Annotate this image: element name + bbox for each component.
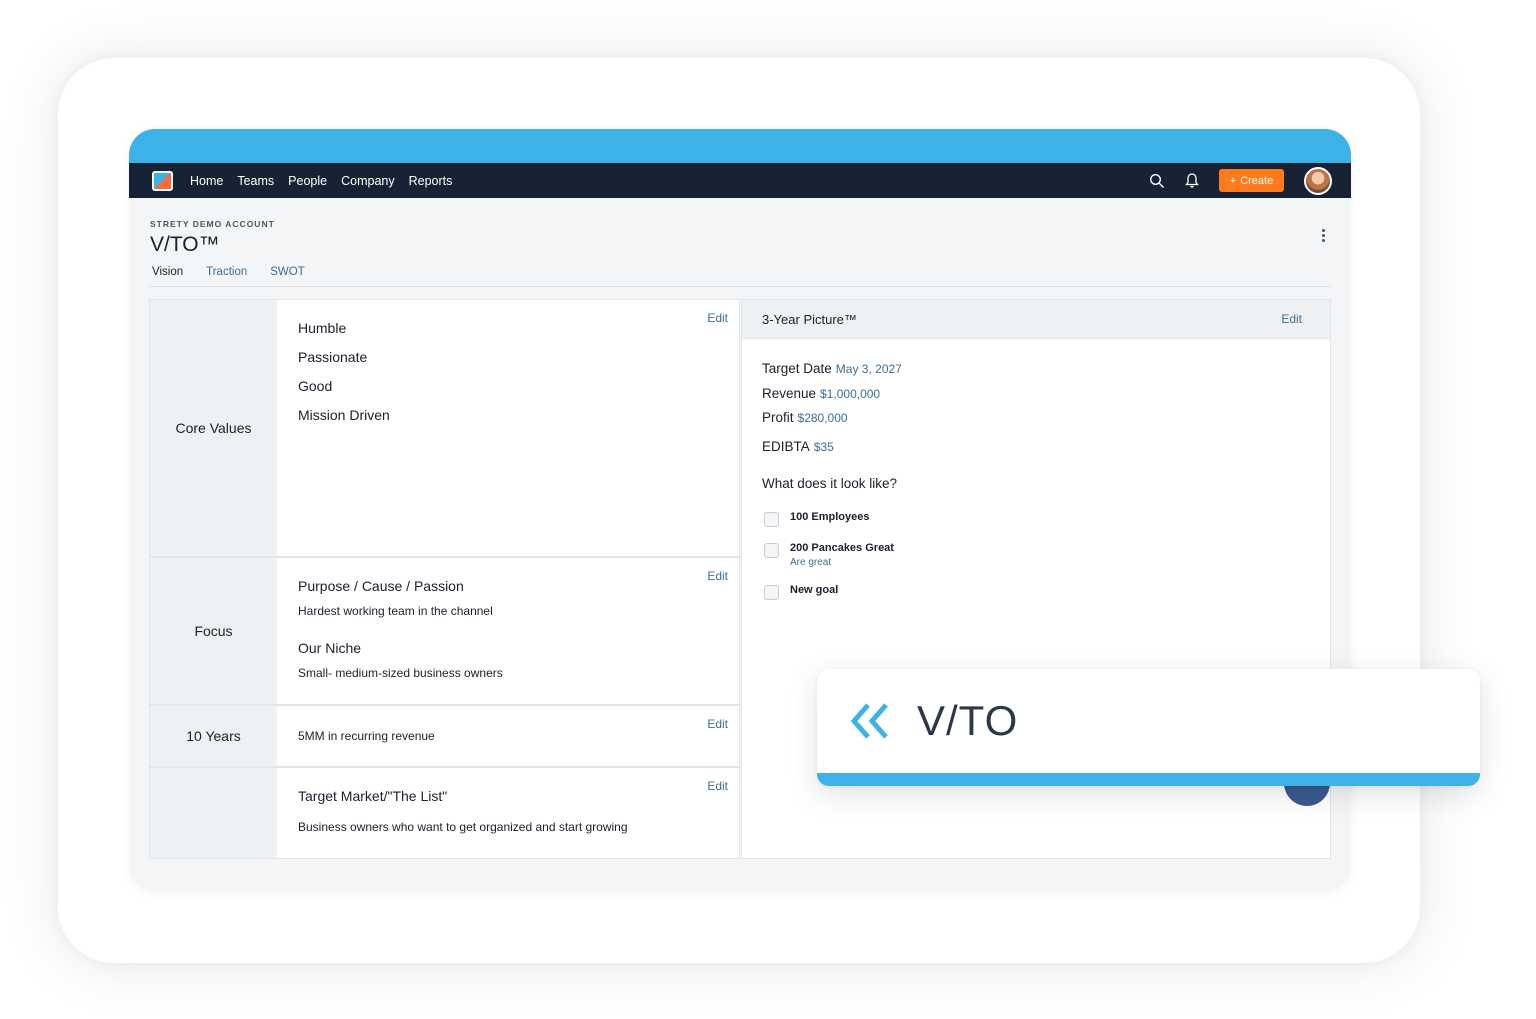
app-logo-icon[interactable]: [152, 171, 173, 191]
goal-checkbox[interactable]: [764, 543, 779, 558]
target-market-body: Target Market/"The List" Business owners…: [298, 768, 739, 858]
top-navbar: Home Teams People Company Reports + Crea…: [129, 163, 1351, 198]
account-name: STRETY DEMO ACCOUNT: [150, 219, 275, 229]
three-year-edit-button[interactable]: Edit: [1281, 312, 1302, 326]
target-market-edit-button[interactable]: Edit: [707, 779, 728, 793]
vto-overlay-banner: V/TO: [817, 669, 1480, 786]
three-year-header: 3-Year Picture™ Edit: [742, 300, 1330, 339]
look-like-question: What does it look like?: [762, 476, 898, 491]
double-chevron-left-icon: [850, 703, 888, 739]
goal-checkbox[interactable]: [764, 585, 779, 600]
nav-links: Home Teams People Company Reports: [190, 163, 452, 198]
focus-edit-button[interactable]: Edit: [707, 569, 728, 583]
create-label: Create: [1240, 174, 1274, 187]
top-band: [129, 129, 1351, 163]
focus-label: Focus: [150, 558, 277, 704]
nav-company[interactable]: Company: [341, 174, 395, 188]
metric-label: Target Date: [762, 361, 832, 376]
purpose-heading: Purpose / Cause / Passion: [298, 578, 464, 594]
core-value-item: Passionate: [298, 349, 368, 365]
core-values-edit-button[interactable]: Edit: [707, 311, 728, 325]
metric-value: $280,000: [797, 411, 848, 425]
ten-years-label: 10 Years: [150, 706, 277, 766]
more-options-icon[interactable]: [1318, 229, 1328, 245]
nav-teams[interactable]: Teams: [237, 174, 274, 188]
target-market-text: Business owners who want to get organize…: [298, 820, 628, 834]
nav-home[interactable]: Home: [190, 174, 223, 188]
ten-years-body: 5MM in recurring revenue Edit: [298, 706, 739, 766]
goal-title: 100 Employees: [790, 511, 870, 523]
ten-years-row: 10 Years 5MM in recurring revenue Edit: [150, 706, 739, 768]
tab-divider: [150, 286, 1330, 287]
focus-row: Focus Purpose / Cause / Passion Hardest …: [150, 558, 739, 706]
overlay-title: V/TO: [917, 697, 1019, 744]
overlay-accent-bar: [817, 773, 1480, 786]
metric-value: $1,000,000: [820, 387, 881, 401]
core-value-item: Mission Driven: [298, 407, 390, 423]
ten-years-edit-button[interactable]: Edit: [707, 717, 728, 731]
core-value-item: Good: [298, 378, 333, 394]
create-button[interactable]: + Create: [1219, 169, 1284, 192]
tab-swot[interactable]: SWOT: [270, 266, 305, 278]
metric-edibta: EDIBTA $35: [762, 439, 834, 454]
metric-label: Revenue: [762, 386, 817, 401]
goal-item: New goal: [764, 584, 838, 600]
core-values-row: Core Values Humble Passionate Good Missi…: [150, 300, 739, 558]
metric-value: $35: [813, 440, 834, 454]
goal-subtitle: Are great: [790, 557, 832, 568]
tab-bar: Vision Traction SWOT: [152, 266, 305, 278]
metric-profit: Profit $280,000: [762, 410, 848, 425]
tab-traction[interactable]: Traction: [206, 266, 247, 278]
purpose-text: Hardest working team in the channel: [298, 604, 493, 618]
vision-left-card: Core Values Humble Passionate Good Missi…: [149, 299, 740, 859]
goal-title: 200 Pancakes Great: [790, 542, 894, 554]
three-year-title: 3-Year Picture™: [762, 312, 857, 327]
goal-title: New goal: [790, 584, 839, 596]
metric-target-date: Target Date May 3, 2027: [762, 361, 902, 376]
metric-revenue: Revenue $1,000,000: [762, 386, 880, 401]
ten-years-text: 5MM in recurring revenue: [298, 729, 435, 743]
bell-icon[interactable]: [1184, 172, 1200, 189]
avatar[interactable]: [1304, 167, 1332, 195]
goal-item: 100 Employees: [764, 511, 870, 527]
focus-body: Purpose / Cause / Passion Hardest workin…: [298, 558, 739, 704]
target-market-heading: Target Market/"The List": [298, 788, 448, 804]
target-market-label-cell: [150, 768, 277, 858]
niche-heading: Our Niche: [298, 640, 362, 656]
core-value-item: Humble: [298, 320, 347, 336]
plus-icon: +: [1229, 174, 1237, 187]
metric-value: May 3, 2027: [835, 362, 902, 376]
core-values-body: Humble Passionate Good Mission Driven Ed…: [298, 300, 739, 556]
search-icon[interactable]: [1149, 173, 1165, 189]
nav-people[interactable]: People: [288, 174, 327, 188]
metric-label: Profit: [762, 410, 794, 425]
goal-item: 200 Pancakes Great Are great: [764, 542, 894, 568]
metric-label: EDIBTA: [762, 439, 810, 454]
page-title: V/TO™: [150, 233, 220, 256]
nav-reports[interactable]: Reports: [409, 174, 453, 188]
core-values-label: Core Values: [150, 300, 277, 556]
tab-vision[interactable]: Vision: [152, 266, 183, 278]
niche-text: Small- medium-sized business owners: [298, 666, 503, 680]
goal-checkbox[interactable]: [764, 512, 779, 527]
target-market-row: Target Market/"The List" Business owners…: [150, 768, 739, 858]
